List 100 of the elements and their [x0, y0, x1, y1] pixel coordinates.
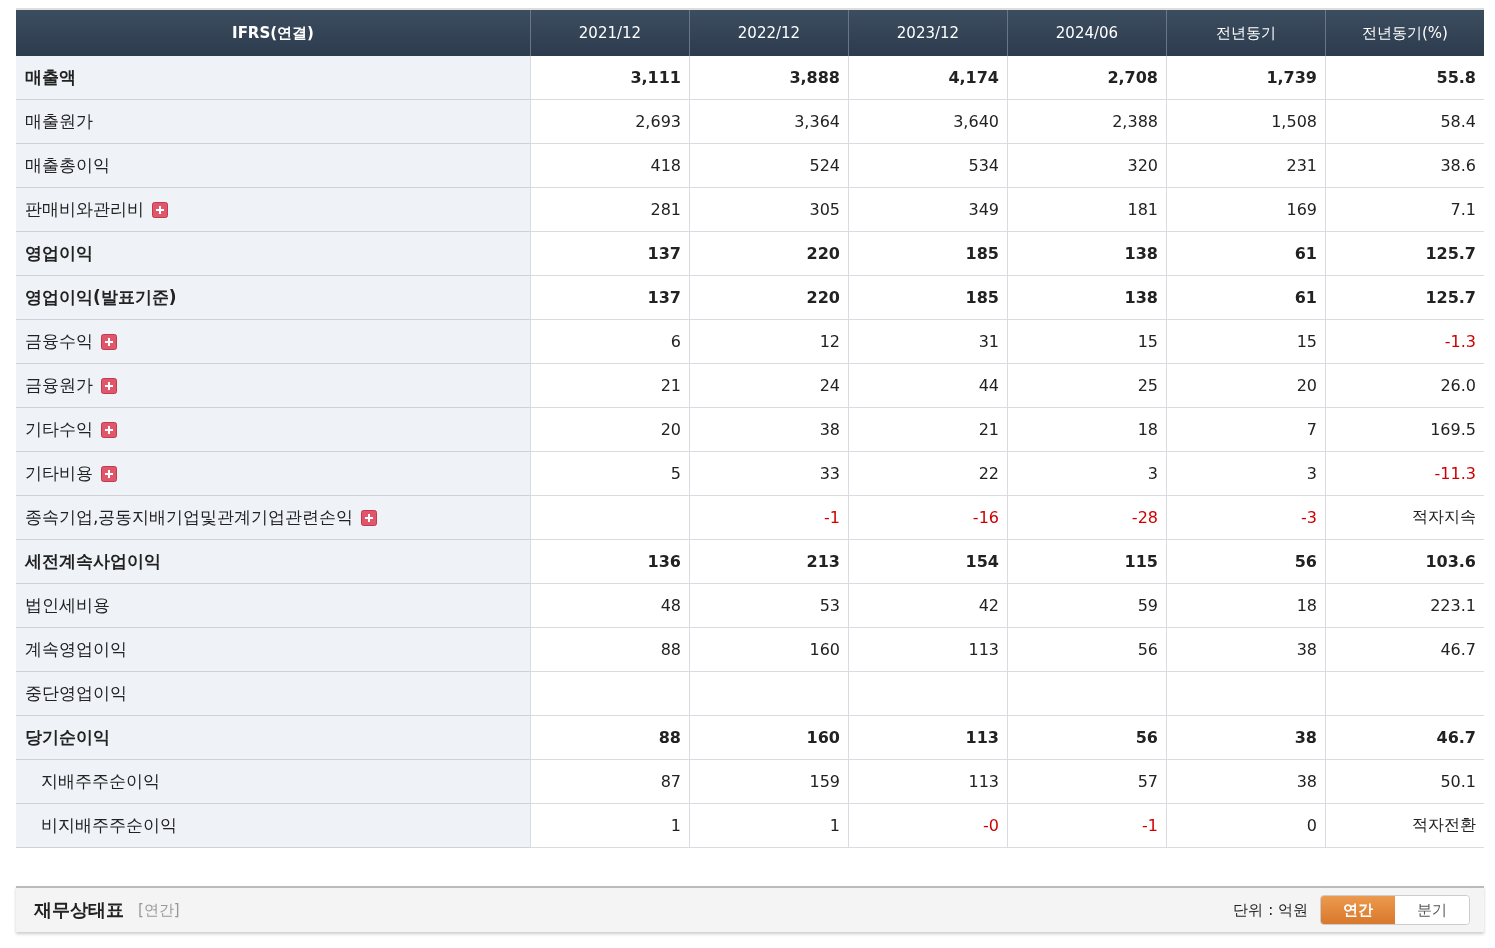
value-cell: 59: [1007, 584, 1166, 628]
value-cell: 3,364: [689, 100, 848, 144]
expand-plus-icon[interactable]: [101, 377, 117, 394]
value-cell: 적자전환: [1325, 804, 1484, 848]
period-toggle[interactable]: 분기: [1395, 896, 1469, 924]
value-cell: 21: [530, 364, 689, 408]
value-cell: 223.1: [1325, 584, 1484, 628]
expand-plus-icon[interactable]: [361, 509, 378, 526]
value-cell: 349: [848, 188, 1007, 232]
value-cell: 137: [530, 232, 689, 276]
value-cell: 3: [1007, 452, 1166, 496]
value-cell: 56: [1166, 540, 1325, 584]
value-cell: 115: [1007, 540, 1166, 584]
row-label: 비지배주주순이익: [41, 814, 177, 837]
value-cell: 125.7: [1325, 232, 1484, 276]
row-label: 판매비와관리비: [25, 198, 144, 221]
value-cell: 21: [848, 408, 1007, 452]
value-cell: 418: [530, 144, 689, 188]
value-cell: 181: [1007, 188, 1166, 232]
value-cell: 56: [1007, 716, 1166, 760]
value-cell: 2,708: [1007, 56, 1166, 100]
column-header: 2024/06: [1007, 10, 1166, 56]
value-cell: 154: [848, 540, 1007, 584]
value-cell: 12: [689, 320, 848, 364]
row-label: 영업이익(발표기준): [25, 286, 177, 309]
value-cell: 185: [848, 276, 1007, 320]
value-cell: 44: [848, 364, 1007, 408]
column-header: 2022/12: [689, 10, 848, 56]
value-cell: 320: [1007, 144, 1166, 188]
value-cell: 136: [530, 540, 689, 584]
value-cell: 160: [689, 716, 848, 760]
value-cell: 524: [689, 144, 848, 188]
value-cell: 적자지속: [1325, 496, 1484, 540]
value-cell: -1: [689, 496, 848, 540]
value-cell: -1: [1007, 804, 1166, 848]
row-label: 종속기업,공동지배기업및관계기업관련손익: [25, 506, 354, 529]
expand-plus-icon[interactable]: [101, 465, 117, 482]
value-cell: 3,640: [848, 100, 1007, 144]
value-cell: -28: [1007, 496, 1166, 540]
value-cell: 113: [848, 716, 1007, 760]
row-label: 매출원가: [25, 110, 93, 133]
row-label: 법인세비용: [25, 594, 110, 617]
value-cell: 24: [689, 364, 848, 408]
value-cell: 31: [848, 320, 1007, 364]
value-cell: 2,693: [530, 100, 689, 144]
row-label: 중단영업이익: [25, 682, 127, 705]
value-cell: 2,388: [1007, 100, 1166, 144]
row-label: 계속영업이익: [25, 638, 127, 661]
value-cell: 138: [1007, 276, 1166, 320]
value-cell: 53: [689, 584, 848, 628]
value-cell: 3,888: [689, 56, 848, 100]
section-title: 재무상태표: [34, 898, 124, 922]
value-cell: 88: [530, 716, 689, 760]
value-cell: 7.1: [1325, 188, 1484, 232]
value-cell: 169: [1166, 188, 1325, 232]
value-cell: 1,508: [1166, 100, 1325, 144]
value-cell: 38: [1166, 760, 1325, 804]
expand-plus-icon[interactable]: [152, 201, 168, 218]
value-cell: 18: [1007, 408, 1166, 452]
value-cell: 1: [689, 804, 848, 848]
value-cell: 42: [848, 584, 1007, 628]
value-cell: 48: [530, 584, 689, 628]
value-cell: 26.0: [1325, 364, 1484, 408]
value-cell: 281: [530, 188, 689, 232]
column-header: 2021/12: [530, 10, 689, 56]
value-cell: 20: [530, 408, 689, 452]
value-cell: 220: [689, 232, 848, 276]
value-cell: 185: [848, 232, 1007, 276]
row-label: 기타수익: [25, 418, 93, 441]
row-label: 영업이익: [25, 242, 93, 265]
value-cell: 61: [1166, 232, 1325, 276]
row-label: 매출액: [25, 66, 76, 89]
value-cell: 38: [689, 408, 848, 452]
value-cell: 113: [848, 628, 1007, 672]
value-cell: 33: [689, 452, 848, 496]
row-label: 기타비용: [25, 462, 93, 485]
value-cell: 5: [530, 452, 689, 496]
row-label: 금융수익: [25, 330, 93, 353]
expand-plus-icon[interactable]: [101, 333, 117, 350]
value-cell: 113: [848, 760, 1007, 804]
value-cell: 160: [689, 628, 848, 672]
value-cell: 87: [530, 760, 689, 804]
value-cell: 1,739: [1166, 56, 1325, 100]
value-cell: 50.1: [1325, 760, 1484, 804]
value-cell: -16: [848, 496, 1007, 540]
value-cell: 7: [1166, 408, 1325, 452]
value-cell: 534: [848, 144, 1007, 188]
value-cell: 3: [1166, 452, 1325, 496]
value-cell: 46.7: [1325, 716, 1484, 760]
value-cell: 20: [1166, 364, 1325, 408]
value-cell: 38: [1166, 716, 1325, 760]
value-cell: 305: [689, 188, 848, 232]
expand-plus-icon[interactable]: [101, 421, 117, 438]
value-cell: 1: [530, 804, 689, 848]
value-cell: 125.7: [1325, 276, 1484, 320]
value-cell: 61: [1166, 276, 1325, 320]
column-header: 전년동기(%): [1325, 10, 1484, 56]
value-cell: -0: [848, 804, 1007, 848]
value-cell: 220: [689, 276, 848, 320]
value-cell: 55.8: [1325, 56, 1484, 100]
